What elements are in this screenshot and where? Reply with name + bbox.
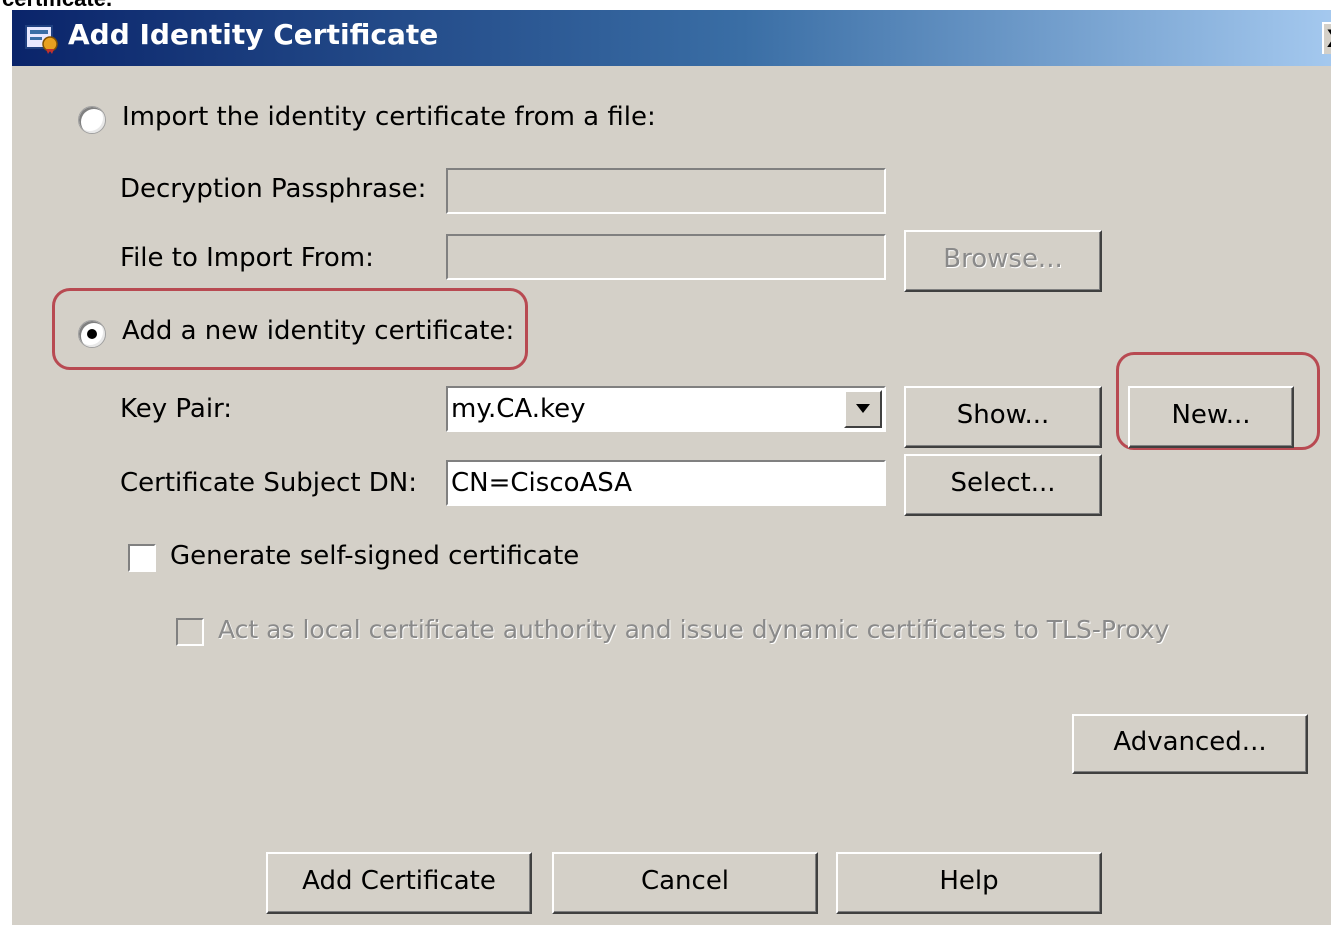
import-from-file-label: Import the identity certificate from a f… (122, 102, 656, 132)
add-new-certificate-radio[interactable] (78, 320, 106, 348)
decryption-passphrase-field[interactable] (446, 168, 886, 214)
add-new-certificate-label: Add a new identity certificate: (122, 316, 515, 346)
key-pair-value: my.CA.key (451, 394, 586, 424)
key-pair-combobox[interactable]: my.CA.key (446, 386, 886, 432)
file-to-import-label: File to Import From: (120, 243, 374, 273)
local-ca-label: Act as local certificate authority and i… (218, 615, 1170, 644)
file-to-import-field[interactable] (446, 234, 886, 280)
decryption-passphrase-label: Decryption Passphrase: (120, 174, 427, 204)
key-pair-label: Key Pair: (120, 394, 233, 424)
new-key-button[interactable]: New... (1128, 386, 1294, 448)
generate-self-signed-checkbox[interactable] (128, 544, 156, 572)
add-identity-certificate-dialog: Add Identity Certificate X Import the id… (12, 10, 1331, 925)
radio-selected-dot (87, 329, 97, 339)
certificate-subject-dn-field[interactable]: CN=CiscoASA (446, 460, 886, 506)
close-icon[interactable]: X (1322, 22, 1331, 54)
title-bar[interactable]: Add Identity Certificate X (12, 10, 1331, 66)
window-title: Add Identity Certificate (68, 18, 439, 51)
local-ca-checkbox[interactable] (176, 618, 204, 646)
select-subject-button[interactable]: Select... (904, 454, 1102, 516)
certificate-app-icon (24, 22, 60, 54)
browse-button[interactable]: Browse... (904, 230, 1102, 292)
help-button[interactable]: Help (836, 852, 1102, 914)
chevron-down-icon[interactable] (844, 390, 882, 428)
add-certificate-button[interactable]: Add Certificate (266, 852, 532, 914)
certificate-subject-dn-label: Certificate Subject DN: (120, 468, 418, 498)
import-from-file-radio[interactable] (78, 106, 106, 134)
advanced-button[interactable]: Advanced... (1072, 714, 1308, 774)
show-key-button[interactable]: Show... (904, 386, 1102, 448)
generate-self-signed-label: Generate self-signed certificate (170, 541, 580, 571)
cancel-button[interactable]: Cancel (552, 852, 818, 914)
